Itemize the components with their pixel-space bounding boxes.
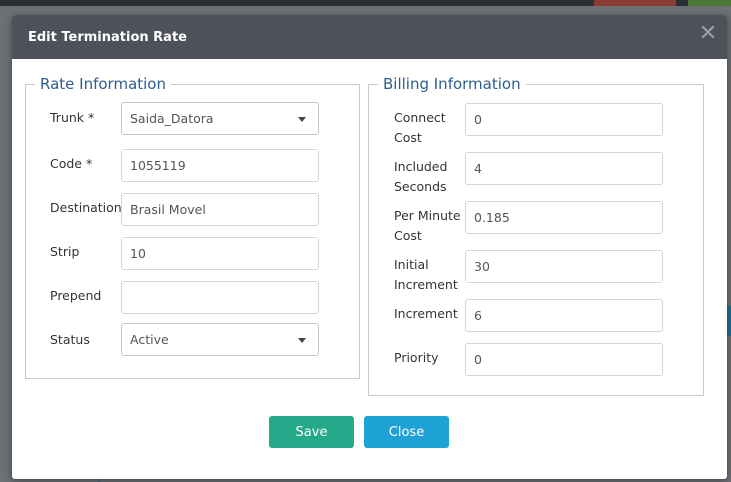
priority-value: 0	[474, 352, 482, 367]
increment-value: 6	[474, 308, 482, 323]
connect-cost-label-line2: Cost	[394, 130, 422, 145]
destination-value: Brasil Movel	[130, 202, 206, 217]
initial-increment-label-line2: Increment	[394, 277, 458, 292]
background-red-button	[594, 0, 676, 6]
included-seconds-input[interactable]: 4	[465, 152, 663, 185]
close-icon[interactable]: ✕	[697, 23, 719, 45]
edit-termination-rate-dialog: Edit Termination Rate ✕ Rate Information…	[12, 15, 727, 479]
rate-information-legend: Rate Information	[40, 75, 166, 93]
increment-input[interactable]: 6	[465, 299, 663, 332]
initial-increment-label-line1: Initial	[394, 257, 429, 272]
priority-input[interactable]: 0	[465, 343, 663, 376]
connect-cost-input[interactable]: 0	[465, 103, 663, 136]
strip-label: Strip	[50, 244, 80, 259]
code-value: 1055119	[130, 158, 186, 173]
trunk-select[interactable]: Saida_Datora	[121, 102, 319, 135]
dialog-header: Edit Termination Rate ✕	[12, 15, 727, 59]
per-minute-cost-label-line2: Cost	[394, 228, 422, 243]
priority-label: Priority	[394, 350, 439, 365]
connect-cost-label-line1: Connect	[394, 110, 446, 125]
trunk-value: Saida_Datora	[130, 111, 214, 126]
increment-label: Increment	[394, 306, 458, 321]
close-button[interactable]: Close	[364, 416, 449, 448]
strip-input[interactable]: 10	[121, 237, 319, 270]
dropdown-caret-icon	[298, 338, 306, 343]
per-minute-cost-input[interactable]: 0.185	[465, 201, 663, 234]
status-label: Status	[50, 332, 90, 347]
destination-label: Destination	[50, 200, 122, 215]
billing-information-legend: Billing Information	[383, 75, 521, 93]
prepend-label: Prepend	[50, 288, 102, 303]
background-green-button	[688, 0, 731, 6]
connect-cost-value: 0	[474, 112, 482, 127]
included-seconds-value: 4	[474, 161, 482, 176]
destination-input[interactable]: Brasil Movel	[121, 193, 319, 226]
included-seconds-label-line2: Seconds	[394, 179, 447, 194]
code-input[interactable]: 1055119	[121, 149, 319, 182]
per-minute-cost-value: 0.185	[474, 210, 510, 225]
prepend-input[interactable]	[121, 281, 319, 314]
status-value: Active	[130, 332, 169, 347]
dropdown-caret-icon	[298, 117, 306, 122]
initial-increment-value: 30	[474, 259, 490, 274]
initial-increment-input[interactable]: 30	[465, 250, 663, 283]
trunk-label: Trunk *	[50, 110, 95, 125]
status-select[interactable]: Active	[121, 323, 319, 356]
code-label: Code *	[50, 156, 93, 171]
strip-value: 10	[130, 246, 146, 261]
dialog-title: Edit Termination Rate	[28, 29, 187, 45]
per-minute-cost-label-line1: Per Minute	[394, 208, 461, 223]
save-button[interactable]: Save	[269, 416, 354, 448]
included-seconds-label-line1: Included	[394, 159, 448, 174]
